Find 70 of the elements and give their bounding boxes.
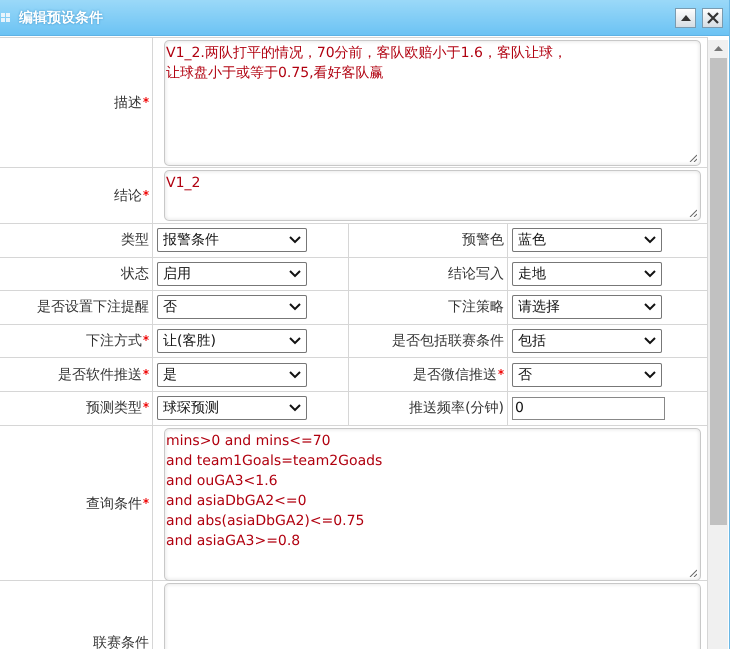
- required-asterisk-icon: [143, 368, 149, 375]
- field-label: 联赛条件: [93, 634, 149, 649]
- text-area-field[interactable]: V1_2: [164, 170, 701, 221]
- text-line: and abs(asiaDbGA2)<=0.75: [166, 512, 366, 531]
- dropdown[interactable]: 球琛预测: [157, 396, 307, 420]
- required-asterisk-icon: [143, 402, 149, 408]
- text-line: mins>0 and mins<=70: [166, 432, 332, 451]
- chevron-down-icon: [289, 337, 301, 346]
- chevron-down-icon: [289, 370, 301, 379]
- chevron-down-icon: [289, 270, 301, 278]
- dropdown[interactable]: 是: [157, 362, 307, 387]
- field-label: 下注策略: [448, 298, 504, 316]
- scrollbar[interactable]: [708, 40, 728, 649]
- required-asterisk-icon: [143, 190, 149, 196]
- field-label: 类型: [121, 231, 149, 250]
- field-label: 下注方式: [86, 332, 149, 350]
- dropdown[interactable]: 包括: [512, 329, 662, 354]
- text-line: and asiaGA3>=0.8: [166, 532, 302, 551]
- required-asterisk-icon: [143, 335, 149, 342]
- chevron-down-icon: [644, 236, 656, 244]
- required-asterisk-icon: [143, 97, 149, 103]
- chevron-down-icon: [289, 303, 301, 312]
- field-label: 推送频率(分钟): [409, 399, 504, 418]
- chevron-down-icon: [289, 236, 301, 244]
- field-label: 是否设置下注提醒: [37, 298, 149, 316]
- dropdown[interactable]: 蓝色: [512, 228, 662, 252]
- dropdown[interactable]: 启用: [157, 262, 307, 286]
- close-icon: [706, 12, 718, 24]
- field-label: 预测类型: [86, 399, 149, 418]
- dropdown[interactable]: 让(客胜): [157, 329, 307, 354]
- triangle-up-icon: [714, 46, 722, 51]
- text-area-field[interactable]: V1_2.两队打平的情况，70分前，客队欧赔小于1.6，客队让球， 让球盘小于或等于0.75,看好客队赢: [164, 40, 701, 166]
- chevron-down-icon: [644, 370, 656, 379]
- dropdown[interactable]: 否: [157, 295, 307, 320]
- text-line: and ouGA3<1.6: [166, 472, 279, 491]
- field-label: 查询条件: [86, 495, 149, 514]
- chevron-down-icon: [644, 303, 656, 312]
- dropdown[interactable]: 否: [512, 362, 662, 387]
- dropdown[interactable]: 报警条件: [157, 228, 307, 252]
- triangle-up-icon: [680, 14, 690, 20]
- field-label: 描述: [114, 94, 149, 112]
- chevron-down-icon: [644, 270, 656, 278]
- scrollbar-thumb[interactable]: [710, 58, 726, 525]
- resize-grip-icon: [689, 209, 697, 217]
- field-label: 结论写入: [448, 264, 504, 283]
- text-area-field[interactable]: mins>0 and mins<=70 and team1Goals=team2Goads and ouGA3<1.6 and asiaDbGA2<=0 and abs(asiaDbGA2)<=0.75 and asiaGA3>=0.8: [164, 428, 701, 581]
- text-line: and team1Goals=team2Goads: [166, 452, 384, 471]
- resize-grip-icon: [689, 568, 697, 577]
- required-asterisk-icon: [143, 498, 149, 504]
- text-line: V1_2: [166, 174, 202, 193]
- close-button[interactable]: [702, 8, 723, 28]
- field-label: 结论: [114, 186, 149, 204]
- text-line: V1_2.两队打平的情况，70分前，客队欧赔小于1.6，客队让球，: [166, 44, 568, 63]
- text-line: 让球盘小于或等于0.75,看好客队赢: [166, 64, 385, 83]
- grid-icon: [1, 13, 10, 22]
- dropdown[interactable]: 走地: [512, 262, 662, 286]
- resize-grip-icon: [689, 154, 697, 162]
- field-label: 是否微信推送: [413, 366, 504, 384]
- collapse-button[interactable]: [675, 8, 696, 28]
- chevron-down-icon: [289, 404, 301, 412]
- dropdown[interactable]: 请选择: [512, 295, 662, 320]
- text-line: and asiaDbGA2<=0: [166, 492, 308, 511]
- window-title: 编辑预设条件: [19, 8, 103, 26]
- field-label: 预警色: [462, 231, 504, 250]
- chevron-down-icon: [644, 337, 656, 346]
- field-label: 状态: [121, 264, 149, 283]
- required-asterisk-icon: [498, 368, 504, 375]
- field-label: 是否包括联赛条件: [392, 332, 504, 350]
- field-label: 是否软件推送: [58, 366, 149, 384]
- input-field[interactable]: 0: [512, 396, 665, 420]
